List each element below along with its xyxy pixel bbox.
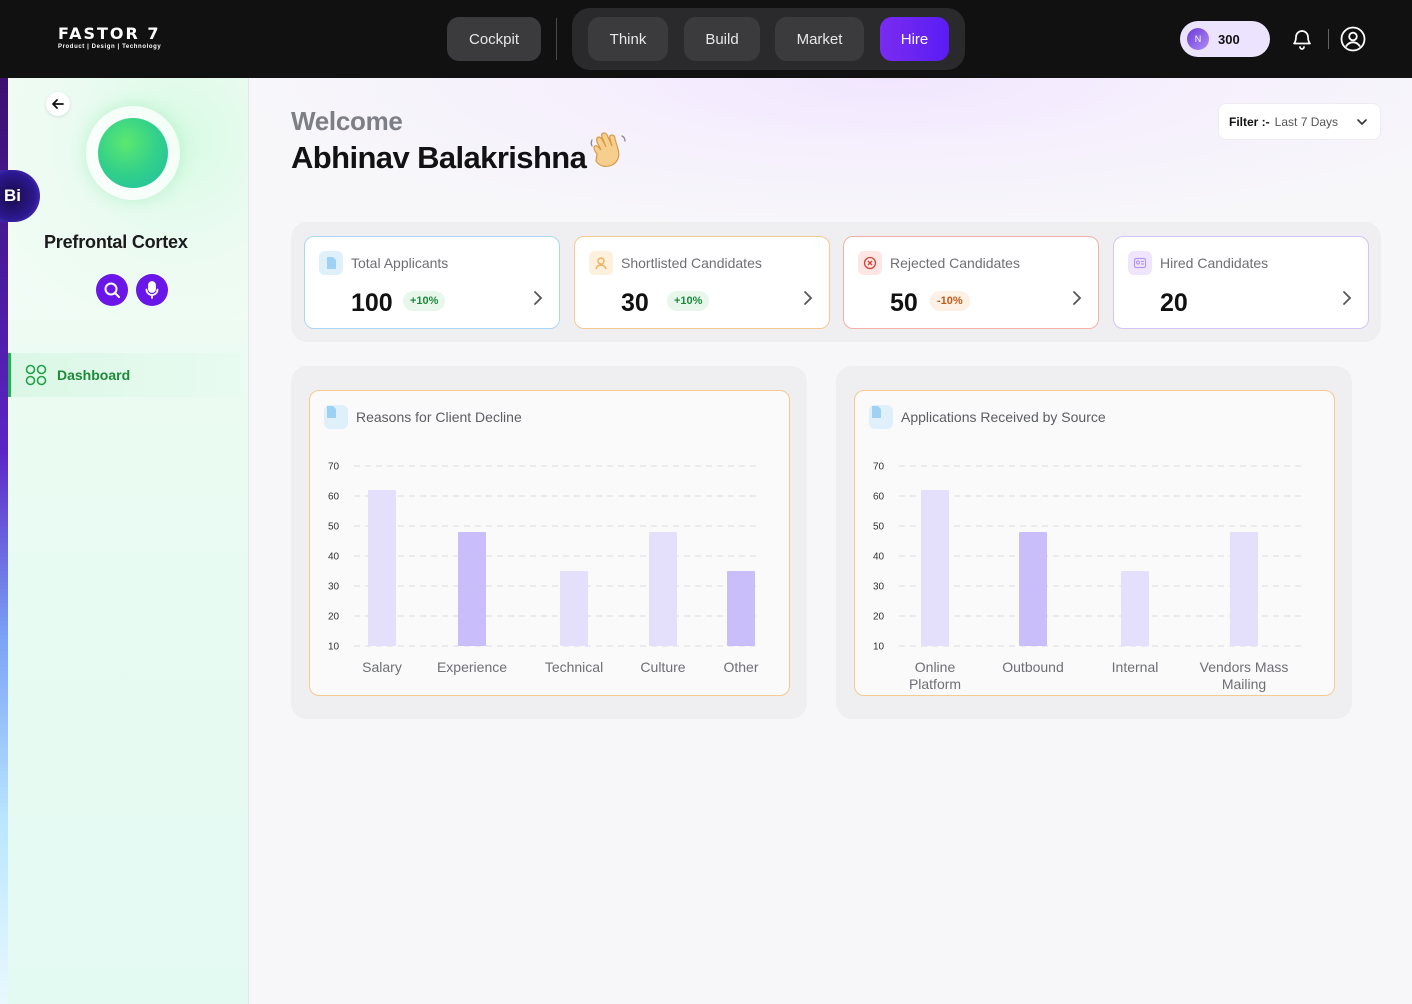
bar[interactable] [368, 490, 396, 646]
bar-chart-source: 10 20 30 40 50 60 70 OnlinePlatform Outbound Inte… [873, 462, 1303, 692]
bar[interactable] [921, 490, 949, 646]
chevron-right-icon [804, 291, 813, 305]
x-tick-label: Online [915, 659, 956, 675]
sidebar-item-dashboard[interactable]: Dashboard [8, 353, 240, 397]
search-icon [104, 282, 120, 298]
bell-icon[interactable] [1290, 27, 1314, 56]
sidebar-profile: Prefrontal Cortex [8, 78, 248, 320]
x-tick-label: Technical [545, 659, 603, 675]
kpi-value: 20 [1160, 289, 1188, 317]
x-tick-label: Culture [640, 659, 685, 675]
credits-badge[interactable]: N 300 [1180, 21, 1270, 57]
filter-value: Last 7 Days [1274, 114, 1339, 129]
x-tick-label: Internal [1112, 659, 1159, 675]
y-tick-label: 20 [873, 612, 885, 623]
kpi-change-badge: +10% [403, 291, 446, 311]
id-card-icon [1128, 251, 1152, 275]
chevron-right-icon [1073, 291, 1082, 305]
coin-icon: N [1187, 28, 1209, 50]
y-tick-label: 50 [873, 522, 885, 533]
cockpit-button[interactable]: Cockpit [447, 17, 541, 61]
chart-card-decline: Reasons for Client Decline 10 20 30 40 50 60 7… [309, 390, 790, 696]
x-tick-label: Platform [909, 676, 961, 692]
bar[interactable] [1230, 532, 1258, 646]
y-tick-label: 20 [328, 612, 340, 623]
kpi-change-badge: -10% [930, 291, 970, 311]
kpi-total-applicants[interactable]: Total Applicants 100 +10% [304, 236, 560, 329]
search-button[interactable] [96, 274, 128, 306]
user-name: Abhinav Balakrishna [291, 140, 587, 175]
x-circle-icon [858, 251, 882, 275]
y-tick-label: 30 [328, 582, 340, 593]
kpi-label: Shortlisted Candidates [621, 255, 762, 271]
y-tick-label: 60 [328, 492, 340, 503]
y-tick-label: 40 [873, 552, 885, 563]
welcome-label: Welcome [291, 106, 403, 136]
bar-chart-decline: 10 20 30 40 50 60 70 Salary Experience Technical C… [328, 462, 759, 676]
agent-title: Prefrontal Cortex [44, 232, 188, 252]
kpi-value: 50 [890, 289, 918, 317]
y-tick-label: 50 [328, 522, 340, 533]
brand-logo[interactable]: FASTOR 7 Product | Design | Technology [58, 24, 162, 51]
microphone-icon [145, 281, 159, 299]
x-tick-label: Experience [437, 659, 507, 675]
filter-key: Filter :- [1229, 114, 1270, 129]
chevron-down-icon [1357, 119, 1367, 126]
tab-think[interactable]: Think [588, 17, 668, 61]
brand-tagline: Product | Design | Technology [58, 44, 162, 50]
x-tick-label: Other [723, 659, 758, 675]
grid-icon [25, 364, 47, 386]
date-filter-dropdown[interactable]: Filter :- Last 7 Days [1218, 103, 1381, 140]
user-profile-icon[interactable] [1340, 26, 1366, 57]
waving-hand-icon [588, 130, 630, 179]
agent-orb [98, 118, 168, 188]
kpi-value: 100 [351, 289, 393, 317]
top-bar: FASTOR 7 Product | Design | Technology C… [0, 0, 1412, 78]
x-tick-label: Mailing [1222, 676, 1266, 692]
sidebar: Prefrontal Cortex Dashboard [0, 78, 249, 1004]
y-tick-label: 70 [328, 462, 340, 473]
kpi-value: 30 [621, 289, 649, 317]
y-tick-label: 10 [328, 642, 340, 653]
bar[interactable] [560, 571, 588, 646]
microphone-button[interactable] [136, 274, 168, 306]
kpi-label: Rejected Candidates [890, 255, 1020, 271]
chevron-right-icon [1343, 291, 1352, 305]
credits-value: 300 [1218, 31, 1240, 47]
y-tick-label: 10 [873, 642, 885, 653]
bar[interactable] [1121, 571, 1149, 646]
document-icon [319, 251, 343, 275]
bar[interactable] [1019, 532, 1047, 646]
sidebar-item-label: Dashboard [57, 367, 131, 383]
x-tick-label: Salary [362, 659, 402, 675]
kpi-label: Total Applicants [351, 255, 449, 271]
bar[interactable] [649, 532, 677, 646]
chart-card-source: Applications Received by Source 10 20 30 40… [854, 390, 1335, 696]
y-tick-label: 40 [328, 552, 340, 563]
chevron-right-icon [534, 291, 543, 305]
kpi-shortlisted-candidates[interactable]: Shortlisted Candidates 30 +10% [574, 236, 830, 329]
x-tick-label: Vendors Mass [1200, 659, 1289, 675]
nav-divider [556, 18, 557, 60]
kpi-label: Hired Candidates [1160, 255, 1269, 271]
bar[interactable] [727, 571, 755, 646]
x-tick-label: Outbound [1002, 659, 1064, 675]
kpi-hired-candidates[interactable]: Hired Candidates 20 [1113, 236, 1369, 329]
y-tick-label: 30 [873, 582, 885, 593]
top-divider [1328, 29, 1329, 49]
user-icon [589, 251, 613, 275]
kpi-change-badge: +10% [667, 291, 710, 311]
y-tick-label: 70 [873, 462, 885, 473]
back-arrow-icon[interactable] [46, 92, 70, 116]
tab-build[interactable]: Build [684, 17, 760, 61]
y-tick-label: 60 [873, 492, 885, 503]
bar[interactable] [458, 532, 486, 646]
tab-market[interactable]: Market [775, 17, 864, 61]
brand-name: FASTOR 7 [58, 24, 161, 43]
kpi-rejected-candidates[interactable]: Rejected Candidates 50 -10% [843, 236, 1099, 329]
tab-hire[interactable]: Hire [880, 17, 949, 61]
